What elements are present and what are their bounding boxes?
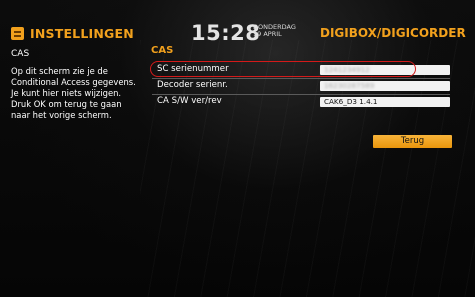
clock-time: 15:28	[191, 21, 261, 45]
ca-sw-version-value: CAK6_D3 1.4.1	[324, 97, 378, 106]
ca-sw-version-label: CA S/W ver/rev	[157, 96, 222, 106]
left-panel-title: CAS	[11, 49, 30, 59]
clock-day-date: 19 APRIL	[253, 30, 282, 38]
decoder-serial-field: 16230287589	[320, 81, 450, 91]
header-section-title: INSTELLINGEN	[30, 26, 134, 41]
row-divider	[152, 94, 450, 95]
brand-title: DIGIBOX/DIGICORDER	[320, 26, 466, 40]
left-panel-description: Op dit scherm zie je de Conditional Acce…	[11, 66, 136, 121]
sc-serial-highlight-annotation	[150, 61, 416, 77]
decoder-serial-label: Decoder serienr.	[157, 80, 228, 90]
back-button[interactable]: Terug	[373, 135, 452, 148]
ca-sw-version-field: CAK6_D3 1.4.1	[320, 97, 450, 107]
cas-section-title: CAS	[151, 45, 174, 56]
settings-menu-icon	[11, 27, 24, 40]
row-divider	[152, 78, 450, 79]
decoder-serial-value: 16230287589	[324, 81, 375, 90]
clock-date: DONDERDAG 19 APRIL	[253, 24, 296, 38]
